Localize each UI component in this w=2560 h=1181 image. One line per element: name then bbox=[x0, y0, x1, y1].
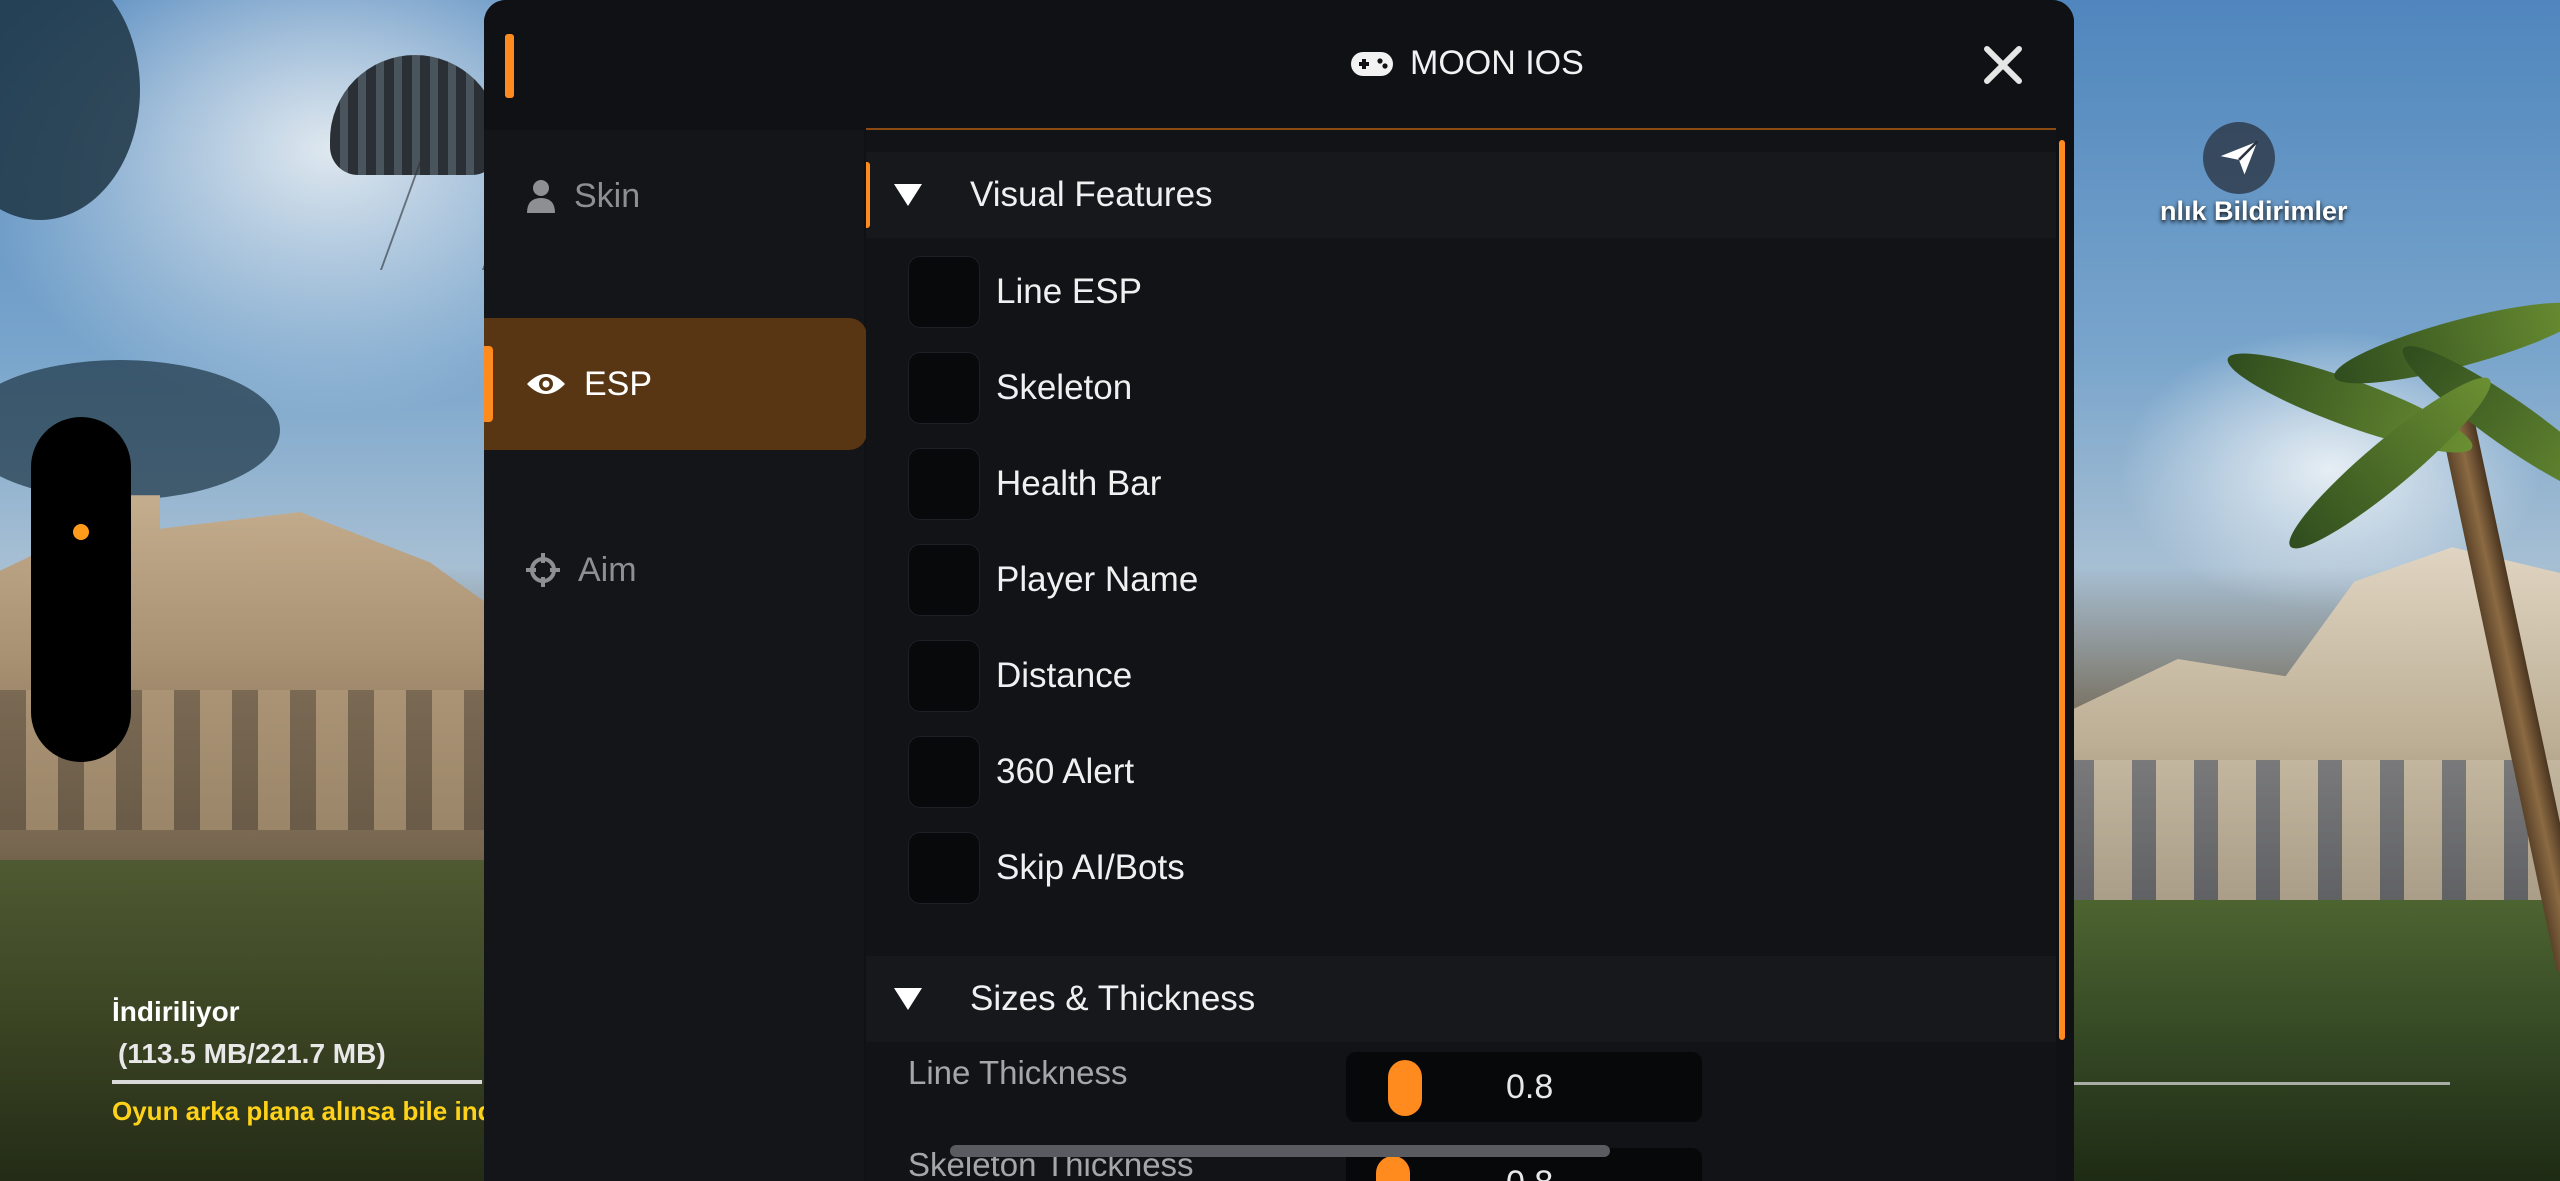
option-skip-ai-bots[interactable]: Skip AI/Bots bbox=[908, 832, 1185, 904]
building-right-arches bbox=[2070, 760, 2560, 900]
slider-value: 0.8 bbox=[1506, 1164, 1553, 1181]
download-note: Oyun arka plana alınsa bile indirme bbox=[112, 1096, 549, 1126]
menu-content: Visual Features Line ESP Skeleton Health… bbox=[866, 130, 2056, 1181]
crosshair-icon bbox=[526, 553, 560, 587]
mod-menu-panel: MOON IOS Skin ESP Aim Visual Features Li… bbox=[484, 0, 2074, 1181]
slider-value: 0.8 bbox=[1506, 1068, 1554, 1106]
collapse-triangle-icon bbox=[894, 988, 922, 1010]
option-health-bar[interactable]: Health Bar bbox=[908, 448, 1161, 520]
checkbox[interactable] bbox=[908, 736, 980, 808]
menu-sidebar: Skin ESP Aim bbox=[484, 130, 867, 1181]
download-size: (113.5 MB/221.7 MB) bbox=[118, 1038, 386, 1069]
section-sizes-thickness[interactable]: Sizes & Thickness bbox=[866, 956, 2056, 1042]
section-accent-bar bbox=[866, 162, 870, 228]
tree-foliage bbox=[0, 0, 140, 220]
handle-dot bbox=[73, 524, 89, 540]
option-skeleton[interactable]: Skeleton bbox=[908, 352, 1132, 424]
option-line-esp[interactable]: Line ESP bbox=[908, 256, 1142, 328]
paper-plane-icon bbox=[2220, 140, 2259, 175]
slider-label-line-thickness: Line Thickness bbox=[908, 1054, 1128, 1091]
checkbox[interactable] bbox=[908, 640, 980, 712]
content-scrollbar[interactable] bbox=[2059, 140, 2065, 1040]
sidebar-item-label: ESP bbox=[584, 364, 653, 403]
ground-right bbox=[2070, 900, 2560, 1181]
parachute bbox=[330, 55, 500, 175]
checkbox[interactable] bbox=[908, 544, 980, 616]
floating-menu-handle[interactable] bbox=[31, 417, 131, 762]
section-visual-features[interactable]: Visual Features bbox=[866, 152, 2056, 238]
checkbox[interactable] bbox=[908, 352, 980, 424]
home-indicator bbox=[950, 1145, 1610, 1157]
notification-label: nlık Bildirimler bbox=[2160, 196, 2348, 226]
header-accent-bar bbox=[505, 34, 514, 98]
close-button[interactable] bbox=[1974, 36, 2032, 94]
sidebar-item-aim[interactable]: Aim bbox=[484, 504, 867, 636]
menu-title-text: MOON IOS bbox=[1410, 44, 1584, 82]
notification-button[interactable] bbox=[2203, 122, 2275, 194]
download-progress-line bbox=[112, 1080, 482, 1084]
sidebar-item-label: Aim bbox=[578, 550, 637, 589]
checkbox[interactable] bbox=[908, 448, 980, 520]
option-label: Distance bbox=[996, 656, 1133, 695]
sidebar-item-skin[interactable]: Skin bbox=[484, 130, 867, 262]
menu-title: MOON IOS bbox=[1350, 44, 1584, 83]
slider-knob[interactable] bbox=[1388, 1060, 1422, 1116]
option-label: Line ESP bbox=[996, 272, 1142, 311]
checkbox[interactable] bbox=[908, 256, 980, 328]
eye-icon bbox=[527, 374, 565, 394]
slider-line-thickness[interactable]: 0.8 bbox=[1346, 1052, 1702, 1122]
option-label: Health Bar bbox=[996, 464, 1162, 503]
option-label: Player Name bbox=[996, 560, 1199, 599]
option-player-name[interactable]: Player Name bbox=[908, 544, 1198, 616]
option-label: 360 Alert bbox=[996, 752, 1135, 791]
menu-header: MOON IOS bbox=[484, 0, 2074, 130]
download-status: İndiriliyor bbox=[112, 996, 240, 1027]
sidebar-item-label: Skin bbox=[574, 176, 641, 215]
option-label: Skeleton bbox=[996, 368, 1133, 407]
slider-knob[interactable] bbox=[1376, 1156, 1410, 1181]
section-title: Visual Features bbox=[970, 175, 1213, 214]
ground-left bbox=[0, 860, 560, 1181]
checkbox[interactable] bbox=[908, 832, 980, 904]
divider-line bbox=[2070, 1082, 2450, 1085]
sidebar-item-esp[interactable]: ESP bbox=[484, 318, 867, 450]
gamepad-icon bbox=[1351, 51, 1393, 76]
option-distance[interactable]: Distance bbox=[908, 640, 1132, 712]
option-360-alert[interactable]: 360 Alert bbox=[908, 736, 1134, 808]
user-icon bbox=[527, 180, 555, 213]
section-title: Sizes & Thickness bbox=[970, 979, 1256, 1018]
option-label: Skip AI/Bots bbox=[996, 848, 1185, 887]
close-icon bbox=[1984, 46, 2022, 84]
collapse-triangle-icon bbox=[894, 184, 922, 206]
